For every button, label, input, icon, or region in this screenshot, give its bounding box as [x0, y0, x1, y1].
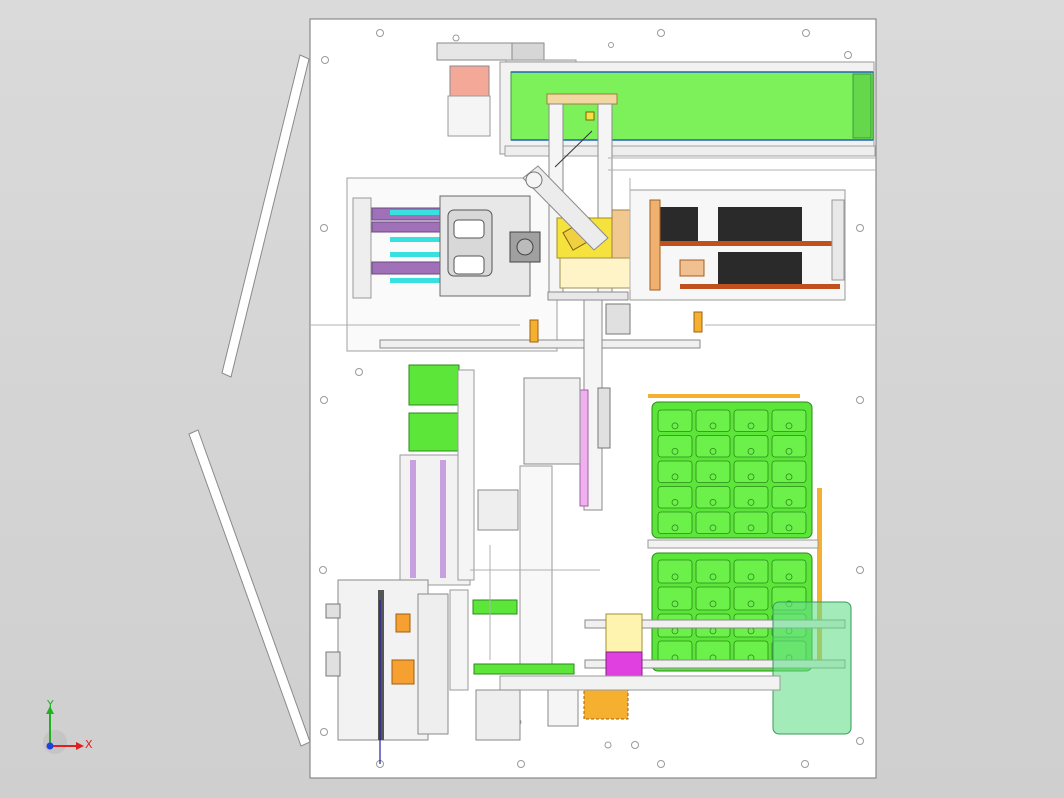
tray-cell: [733, 409, 769, 432]
tray-cell: [733, 435, 769, 458]
cad-viewport[interactable]: Y X: [0, 0, 1064, 798]
tray-cell: [657, 460, 693, 483]
side-rail-upper: [221, 54, 310, 378]
tray-cell: [695, 511, 731, 534]
view-triad: [43, 706, 84, 754]
tray-cell: [771, 511, 807, 534]
tray-cell: [695, 435, 731, 458]
assembly-drawing: [43, 18, 877, 779]
tray-cell: [733, 460, 769, 483]
tray-cell: [657, 435, 693, 458]
tray-cell: [695, 460, 731, 483]
magazine-unit: [629, 189, 846, 301]
triad-x-label: X: [85, 738, 93, 751]
tray-cell: [657, 511, 693, 534]
tray-cell: [695, 409, 731, 432]
triad-y-label: Y: [47, 698, 54, 711]
tray-cell: [695, 486, 731, 509]
tray-cell: [771, 409, 807, 432]
left-green-blocks: [399, 364, 475, 586]
tray-cell: [733, 511, 769, 534]
tray-cell: [771, 486, 807, 509]
tray-cell: [733, 486, 769, 509]
tray-cell: [771, 460, 807, 483]
side-rail-lower: [188, 429, 311, 747]
tray-cell: [657, 486, 693, 509]
tray-cell: [771, 435, 807, 458]
tray-cell: [657, 409, 693, 432]
